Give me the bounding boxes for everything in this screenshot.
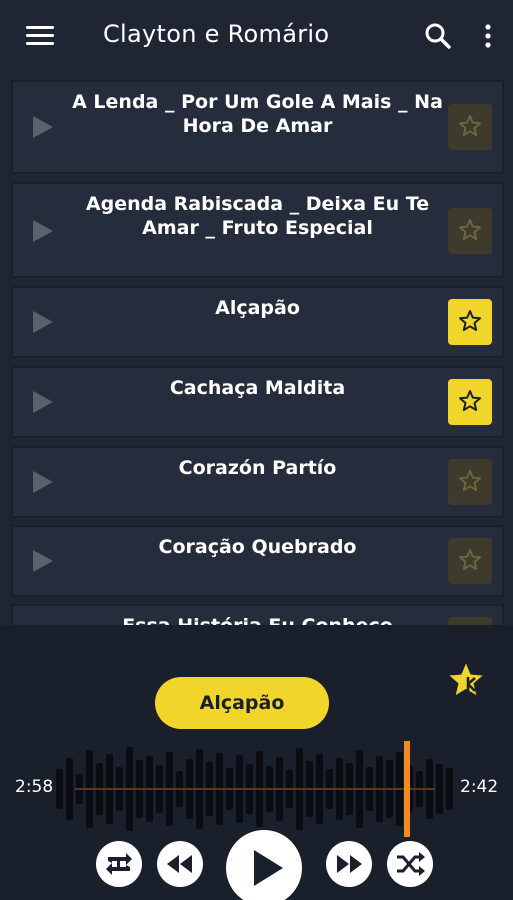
- song-title: Agenda Rabiscada _ Deixa Eu Te Amar _ Fr…: [85, 193, 430, 239]
- star-icon: [459, 310, 481, 331]
- song-item[interactable]: Essa História Eu Conheço: [11, 604, 504, 625]
- star-icon: [459, 549, 481, 570]
- repeat-one-button[interactable]: [96, 841, 142, 887]
- seek-thumb[interactable]: [404, 741, 410, 837]
- search-icon[interactable]: [424, 22, 452, 50]
- waveform-bar: [446, 768, 453, 810]
- repeat-one-icon: [106, 853, 132, 875]
- play-icon[interactable]: [33, 550, 53, 572]
- star-icon: [459, 115, 481, 136]
- favorite-star-icon[interactable]: [444, 658, 488, 702]
- rewind-icon: [167, 855, 192, 873]
- app-bar: Clayton e Romário: [0, 0, 513, 72]
- favorite-button[interactable]: [448, 104, 492, 150]
- player-panel: Alçapão 2:58 2:42: [0, 625, 513, 900]
- waveform-seekbar[interactable]: [55, 741, 455, 837]
- more-options-icon[interactable]: [478, 22, 498, 50]
- song-title: Essa História Eu Conheço: [63, 614, 452, 625]
- rewind-button[interactable]: [157, 841, 203, 887]
- fast-forward-icon: [337, 855, 362, 873]
- song-item[interactable]: Alçapão: [11, 286, 504, 358]
- star-icon: [459, 390, 481, 411]
- song-item[interactable]: Coração Quebrado: [11, 525, 504, 597]
- favorite-button[interactable]: [448, 208, 492, 254]
- waveform-bar: [66, 758, 73, 820]
- play-icon[interactable]: [33, 116, 53, 138]
- favorite-button[interactable]: [448, 379, 492, 425]
- app-title: Clayton e Romário: [103, 20, 330, 48]
- favorite-button[interactable]: [448, 459, 492, 505]
- play-icon[interactable]: [33, 471, 53, 493]
- star-icon: [459, 219, 481, 240]
- remaining-time: 2:42: [460, 777, 499, 797]
- play-icon[interactable]: [33, 220, 53, 242]
- now-playing-title[interactable]: Alçapão: [155, 677, 329, 729]
- song-title: Alçapão: [215, 297, 300, 319]
- song-title: Cachaça Maldita: [169, 377, 346, 399]
- favorite-button[interactable]: [448, 617, 492, 625]
- song-list: A Lenda _ Por Um Gole A Mais _ Na Hora D…: [0, 72, 513, 625]
- star-icon: [459, 470, 481, 491]
- song-item[interactable]: Agenda Rabiscada _ Deixa Eu Te Amar _ Fr…: [11, 182, 504, 278]
- play-icon[interactable]: [33, 311, 53, 333]
- song-title: Corazón Partío: [178, 457, 337, 479]
- play-icon[interactable]: [33, 391, 53, 413]
- fast-forward-button[interactable]: [326, 841, 372, 887]
- favorite-button[interactable]: [448, 299, 492, 345]
- elapsed-time: 2:58: [15, 777, 54, 797]
- waveform-bar: [56, 769, 63, 809]
- shuffle-button[interactable]: [387, 841, 433, 887]
- play-icon: [254, 850, 283, 886]
- song-item[interactable]: A Lenda _ Por Um Gole A Mais _ Na Hora D…: [11, 80, 504, 174]
- song-item[interactable]: Corazón Partío: [11, 446, 504, 518]
- song-item[interactable]: Cachaça Maldita: [11, 366, 504, 438]
- menu-icon[interactable]: [26, 26, 56, 46]
- play-button[interactable]: [226, 830, 302, 900]
- waveform-bar: [436, 764, 443, 814]
- shuffle-icon: [397, 852, 425, 876]
- song-title: A Lenda _ Por Um Gole A Mais _ Na Hora D…: [72, 91, 443, 137]
- song-title: Coração Quebrado: [158, 536, 357, 558]
- favorite-button[interactable]: [448, 538, 492, 584]
